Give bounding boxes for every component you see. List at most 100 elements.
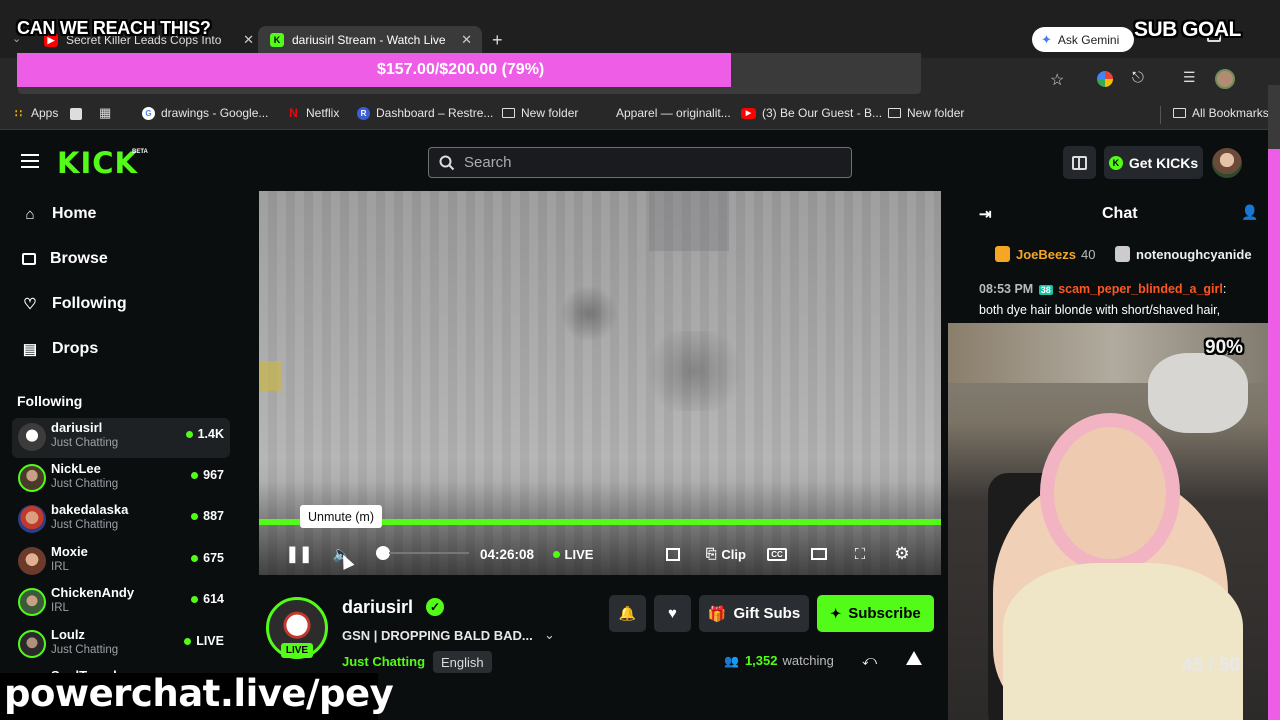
volume-slider-track[interactable] (389, 552, 469, 554)
video-artifact (559, 286, 619, 341)
avatar (18, 423, 46, 451)
bookmark-apps[interactable]: ∷ Apps (12, 106, 58, 120)
chat-users-icon[interactable]: 👤 (1241, 204, 1258, 221)
heart-icon: ♡ (23, 296, 37, 313)
blank-bookmark-icon[interactable] (70, 108, 82, 120)
subscribe-button[interactable]: ✦ Subscribe (817, 595, 934, 632)
avatar (18, 464, 46, 492)
live-dot-icon (191, 471, 199, 479)
nav-browse[interactable]: Browse (22, 244, 108, 274)
kick-logo[interactable]: KICK (57, 146, 138, 180)
profile-avatar-icon[interactable] (1215, 69, 1235, 89)
notifications-button[interactable]: 🔔 (609, 595, 646, 632)
channel-name: ChickenAndy (51, 585, 135, 600)
browse-icon (22, 253, 36, 265)
close-tab-icon[interactable]: ✕ (243, 32, 254, 48)
stream-category-link[interactable]: Just Chatting (342, 654, 425, 669)
fullscreen-button[interactable]: ⛶ (849, 543, 871, 565)
nav-label: Home (52, 205, 97, 222)
chat-title: Chat (1102, 205, 1138, 222)
live-indicator[interactable]: LIVE (549, 543, 597, 565)
gemini-sparkle-icon: ✦ (1041, 31, 1052, 47)
theater-button[interactable] (664, 543, 682, 565)
search-icon (439, 155, 455, 170)
message-text: both dye hair blonde with short/shaved h… (979, 303, 1221, 317)
pause-button[interactable]: ❚❚ (286, 543, 313, 565)
nav-label: Drops (52, 340, 99, 357)
drops-icon: ▤ (22, 341, 38, 358)
viewer-count: LIVE (184, 634, 224, 648)
extension-color-icon[interactable] (1097, 71, 1113, 87)
channel-name: bakedalaska (51, 502, 129, 517)
kick-coin-icon: K (1108, 155, 1123, 170)
expand-title-chevron-icon[interactable]: ⌄ (544, 627, 555, 643)
get-kicks-button[interactable]: K Get KICKs (1104, 146, 1203, 179)
channel-category: Just Chatting (51, 437, 119, 449)
promo-url: powerchat.live/pey (4, 672, 394, 715)
volume-slider-handle[interactable] (376, 546, 390, 560)
bookmark-new-folder[interactable]: New folder (502, 106, 578, 120)
logo-beta-tag: BETA (132, 149, 148, 155)
user-avatar[interactable] (1212, 148, 1242, 178)
bookmark-apparel[interactable]: Apparel — originalit... (597, 106, 731, 120)
message-user[interactable]: scam_peper_blinded_a_girl (1058, 282, 1223, 296)
page-icon (597, 107, 610, 120)
theater-mode-button[interactable] (808, 543, 830, 565)
new-tab-button[interactable]: + (492, 30, 503, 51)
layout-icon (1072, 155, 1087, 170)
following-item-bakedalaska[interactable]: bakedalaska Just Chatting 887 (12, 500, 230, 540)
get-kicks-label: Get KICKs (1128, 154, 1199, 171)
following-item-moxie[interactable]: Moxie IRL 675 (12, 542, 230, 582)
collapse-chat-icon[interactable]: ⇥ (979, 205, 992, 223)
viewer-count-display: 👥 1,352 watching (724, 653, 834, 668)
close-tab-icon[interactable]: ✕ (461, 32, 472, 48)
live-dot-icon (191, 554, 199, 562)
watching-count: 1,352 (744, 653, 778, 668)
bookmark-new-folder-2[interactable]: New folder (888, 106, 964, 120)
bookmark-label: drawings - Google... (161, 106, 269, 120)
following-item-dariusirl[interactable]: dariusirl Just Chatting 1.4K (12, 418, 230, 458)
following-item-chickenandy[interactable]: ChickenAndy IRL 614 (12, 583, 230, 623)
top-gifter-joebeezs[interactable]: JoeBeezs 40 (995, 244, 1095, 264)
channel-name: Loulz (51, 627, 85, 642)
apps-icon: ∷ (15, 107, 22, 120)
bookmark-netflix[interactable]: N Netflix (287, 106, 339, 120)
bookmark-label: New folder (521, 106, 579, 120)
gift-subs-button[interactable]: 🎁 Gift Subs (699, 595, 809, 632)
bookmark-be-our-guest[interactable]: ▶ (3) Be Our Guest - B... (741, 106, 882, 120)
layout-button[interactable] (1063, 146, 1096, 179)
following-item-loulz[interactable]: Loulz Just Chatting LIVE (12, 625, 230, 665)
reading-list-icon[interactable]: ☰ (1183, 69, 1196, 86)
extensions-puzzle-icon[interactable]: ⎋ (1132, 69, 1144, 86)
tab-dariusirl[interactable]: K dariusirl Stream - Watch Live o ✕ (258, 26, 482, 54)
sub-badge: 38 (1038, 285, 1053, 295)
avatar (18, 588, 46, 616)
top-gifter-notenoughcyanide[interactable]: notenoughcyanide (1115, 244, 1280, 264)
gift-badge-icon (1115, 246, 1130, 262)
bookmark-drawings[interactable]: G drawings - Google... (142, 106, 268, 120)
bookmark-label: New folder (907, 106, 965, 120)
share-icon[interactable]: ⤺ (862, 652, 877, 669)
settings-button[interactable]: ⚙ (891, 543, 913, 565)
bookmark-star-icon[interactable]: ☆ (1050, 70, 1064, 90)
goal-title: CAN WE REACH THIS? (17, 18, 211, 38)
ask-gemini-button[interactable]: ✦ Ask Gemini (1032, 27, 1134, 52)
language-tag[interactable]: English (433, 651, 492, 673)
nav-following[interactable]: ♡ Following (22, 289, 126, 319)
nav-home[interactable]: ⌂ Home (22, 199, 96, 229)
search-input[interactable]: Search (428, 147, 852, 178)
channel-name[interactable]: dariusirl (342, 597, 413, 618)
report-warning-icon[interactable] (906, 651, 922, 665)
bookmark-all[interactable]: All Bookmarks (1173, 106, 1280, 120)
gear-icon: ⚙ (894, 544, 910, 563)
following-item-nicklee[interactable]: NickLee Just Chatting 967 (12, 459, 230, 499)
menu-icon[interactable] (21, 154, 39, 168)
channel-category: Just Chatting (51, 478, 119, 490)
follow-button[interactable]: ♥ (654, 595, 691, 632)
tab-groups-icon[interactable]: ▦ (99, 105, 111, 121)
bookmark-dashboard[interactable]: R Dashboard – Restre... (357, 106, 493, 120)
screen: ⌄ ▶ Secret Killer Leads Cops Into He ✕ K… (0, 0, 1280, 720)
clip-button[interactable]: ⎘ Clip (701, 543, 751, 565)
captions-button[interactable]: CC (766, 543, 788, 565)
nav-drops[interactable]: ▤ Drops (22, 334, 98, 364)
